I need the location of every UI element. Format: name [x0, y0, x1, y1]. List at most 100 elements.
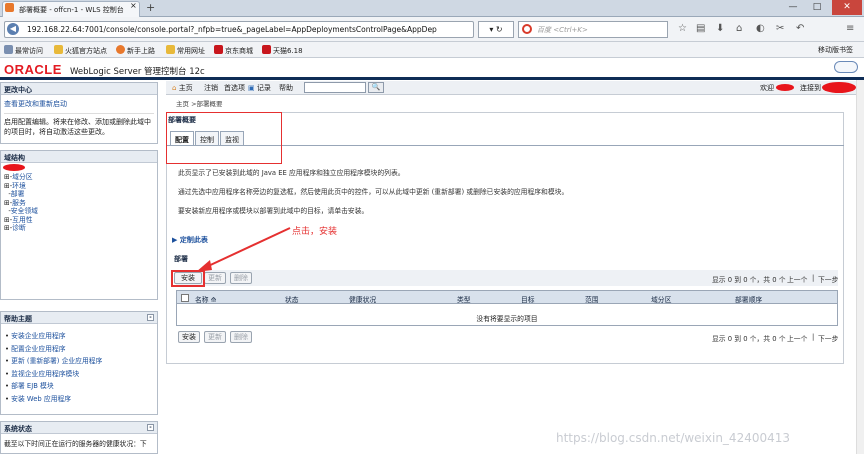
description-text: 通过先选中应用程序名称旁边的复选框，然后使用此页中的控件，可以从此域中更新 (重…: [178, 188, 569, 196]
menu-icon[interactable]: ≡: [846, 23, 854, 34]
help-link[interactable]: 帮助: [279, 83, 293, 93]
record-link[interactable]: ▣ 记录: [248, 83, 271, 93]
pager-prev-bottom[interactable]: 上一个: [787, 333, 807, 343]
pager-range-bottom: 显示 0 到 0 个，共 0 个: [712, 335, 786, 343]
help-link[interactable]: • 安装 Web 应用程序: [5, 393, 153, 406]
new-tab-button[interactable]: +: [146, 1, 155, 14]
tree-item-environment[interactable]: ⊞-环境: [4, 182, 38, 191]
tab-close-icon[interactable]: ×: [130, 1, 137, 10]
bookmark-mobile[interactable]: 移动版书签: [818, 45, 853, 55]
change-center-text: 启用配置编辑。将来在修改、添加或删除此域中 的项目时，将自动激活这些更改。: [4, 113, 154, 137]
tree-label: 诊断: [12, 224, 26, 232]
help-link[interactable]: • 更新 (重新部署) 企业应用程序: [5, 355, 153, 368]
tree-item-diagnostics[interactable]: ⊞-诊断: [4, 224, 38, 233]
bookmark-label: 新手上路: [127, 47, 155, 55]
annotation-arrow: [196, 227, 291, 272]
reload-icon[interactable]: ▾ ↻: [478, 21, 514, 38]
bookmark-frequent[interactable]: 最常访问: [4, 45, 43, 56]
bookmark-firefox[interactable]: 火狐官方站点: [54, 45, 107, 56]
select-all-checkbox[interactable]: [181, 294, 189, 302]
pager-next[interactable]: 下一步: [818, 274, 838, 284]
col-order[interactable]: 部署顺序: [735, 294, 762, 304]
view-changes-link[interactable]: 查看更改和重新启动: [4, 99, 154, 109]
screenshot-icon[interactable]: ✂: [776, 23, 784, 34]
tree-item-services[interactable]: ⊞-服务: [4, 199, 38, 208]
window-close-icon[interactable]: ✕: [832, 0, 862, 15]
expand-icon: ▶: [172, 236, 178, 244]
system-status-panel: 系统状态 - 截至以下时间正在运行的服务器的健康状况：下: [0, 421, 158, 454]
bookmark-label: 天猫6.18: [273, 47, 303, 55]
bookmark-tmall[interactable]: 天猫6.18: [262, 45, 303, 56]
help-link[interactable]: • 监视企业应用程序模块: [5, 368, 153, 381]
col-target[interactable]: 目标: [521, 294, 535, 304]
browser-tab[interactable]: 部署概要 - offcn-1 - WLS 控制台: [2, 1, 140, 17]
pager-range: 显示 0 到 0 个，共 0 个: [712, 276, 786, 284]
tree-item-deployments[interactable]: -部署: [4, 190, 38, 199]
description-text: 此页显示了已安装到此域的 Java EE 应用程序和独立应用程序模块的列表。: [178, 169, 405, 177]
back-icon[interactable]: ◀: [7, 23, 19, 35]
header-toggle-icon[interactable]: [834, 61, 858, 73]
panel-title: 域结构: [1, 151, 157, 163]
update-button-bottom[interactable]: 更新: [204, 331, 226, 343]
pager-separator: |: [812, 333, 815, 341]
search-icon[interactable]: 🔍: [368, 82, 384, 93]
minimize-panel-icon[interactable]: -: [147, 424, 154, 431]
pager-separator: |: [812, 274, 815, 282]
bookmark-label: 京东商城: [225, 47, 253, 55]
url-input[interactable]: 192.168.22.64:7001/console/console.porta…: [4, 21, 474, 38]
redacted-domain: [3, 164, 25, 171]
minimize-icon[interactable]: —: [782, 0, 804, 15]
help-link[interactable]: • 安装企业应用程序: [5, 330, 153, 343]
change-center-panel: 更改中心 查看更改和重新启动 启用配置编辑。将来在修改、添加或删除此域中 的项目时…: [0, 82, 158, 144]
star-icon[interactable]: ☆: [678, 23, 687, 34]
minimize-panel-icon[interactable]: -: [147, 314, 154, 321]
bookmark-icon: [4, 45, 13, 54]
home-icon[interactable]: ⌂: [736, 23, 742, 34]
chat-icon[interactable]: ◐: [756, 23, 765, 34]
breadcrumb[interactable]: 主页 >部署概要: [176, 98, 223, 108]
home-link[interactable]: ⌂ 主页: [172, 83, 193, 93]
col-partition[interactable]: 域分区: [651, 294, 671, 304]
col-state[interactable]: 状态: [285, 294, 299, 304]
record-icon: ▣: [248, 84, 255, 92]
bookmark-newbie[interactable]: 新手上路: [116, 45, 155, 56]
col-type[interactable]: 类型: [457, 294, 471, 304]
col-scope[interactable]: 范围: [585, 294, 599, 304]
page-scrollbar[interactable]: [856, 80, 864, 454]
bookmark-common[interactable]: 常用网址: [166, 45, 205, 56]
install-button-bottom[interactable]: 安装: [178, 331, 200, 343]
pager-next-bottom[interactable]: 下一步: [818, 333, 838, 343]
console-search-input[interactable]: [304, 82, 366, 93]
col-health[interactable]: 健康状况: [349, 294, 376, 304]
text-line: 的项目时，将自动激活这些更改。: [4, 128, 109, 136]
folder-icon: [166, 45, 175, 54]
tree-label: 域分区: [12, 173, 33, 181]
col-name[interactable]: 名称 ⟰: [195, 294, 216, 304]
panel-title: 帮助主题 -: [1, 312, 157, 324]
home-icon: ⌂: [172, 84, 177, 92]
tree-item-security[interactable]: -安全领域: [4, 207, 38, 216]
panel-title-text: 系统状态: [4, 425, 32, 433]
help-link[interactable]: • 部署 EJB 模块: [5, 380, 153, 393]
toolbar-label: 记录: [256, 84, 271, 92]
delete-button-bottom[interactable]: 删除: [230, 331, 252, 343]
pager-prev[interactable]: 上一个: [787, 274, 807, 284]
tree-item-interop[interactable]: ⊞-互用性: [4, 216, 38, 225]
logout-link[interactable]: 注销: [204, 83, 218, 93]
section-title: 部署: [174, 255, 188, 263]
tree-item-partitions[interactable]: ⊞-域分区: [4, 173, 38, 182]
preferences-link[interactable]: 首选项: [224, 83, 245, 93]
empty-table-row: 没有将要显示的项目: [176, 304, 838, 326]
tree-label: 互用性: [12, 215, 33, 224]
maximize-icon[interactable]: □: [806, 0, 828, 15]
library-icon[interactable]: ▤: [696, 23, 705, 34]
help-link[interactable]: • 配置企业应用程序: [5, 343, 153, 356]
sync-icon[interactable]: ↶: [796, 23, 804, 34]
help-topics-panel: 帮助主题 - • 安装企业应用程序 • 配置企业应用程序 • 更新 (重新部署) …: [0, 311, 158, 415]
web-search-input[interactable]: 百度 <Ctrl+K>: [518, 21, 668, 38]
bookmark-jd[interactable]: 京东商城: [214, 45, 253, 56]
tab-title: 部署概要 - offcn-1 - WLS 控制台: [19, 6, 124, 14]
connected-text: 连接到: [800, 84, 821, 92]
download-icon[interactable]: ⬇: [716, 23, 724, 34]
folder-icon: [54, 45, 63, 54]
